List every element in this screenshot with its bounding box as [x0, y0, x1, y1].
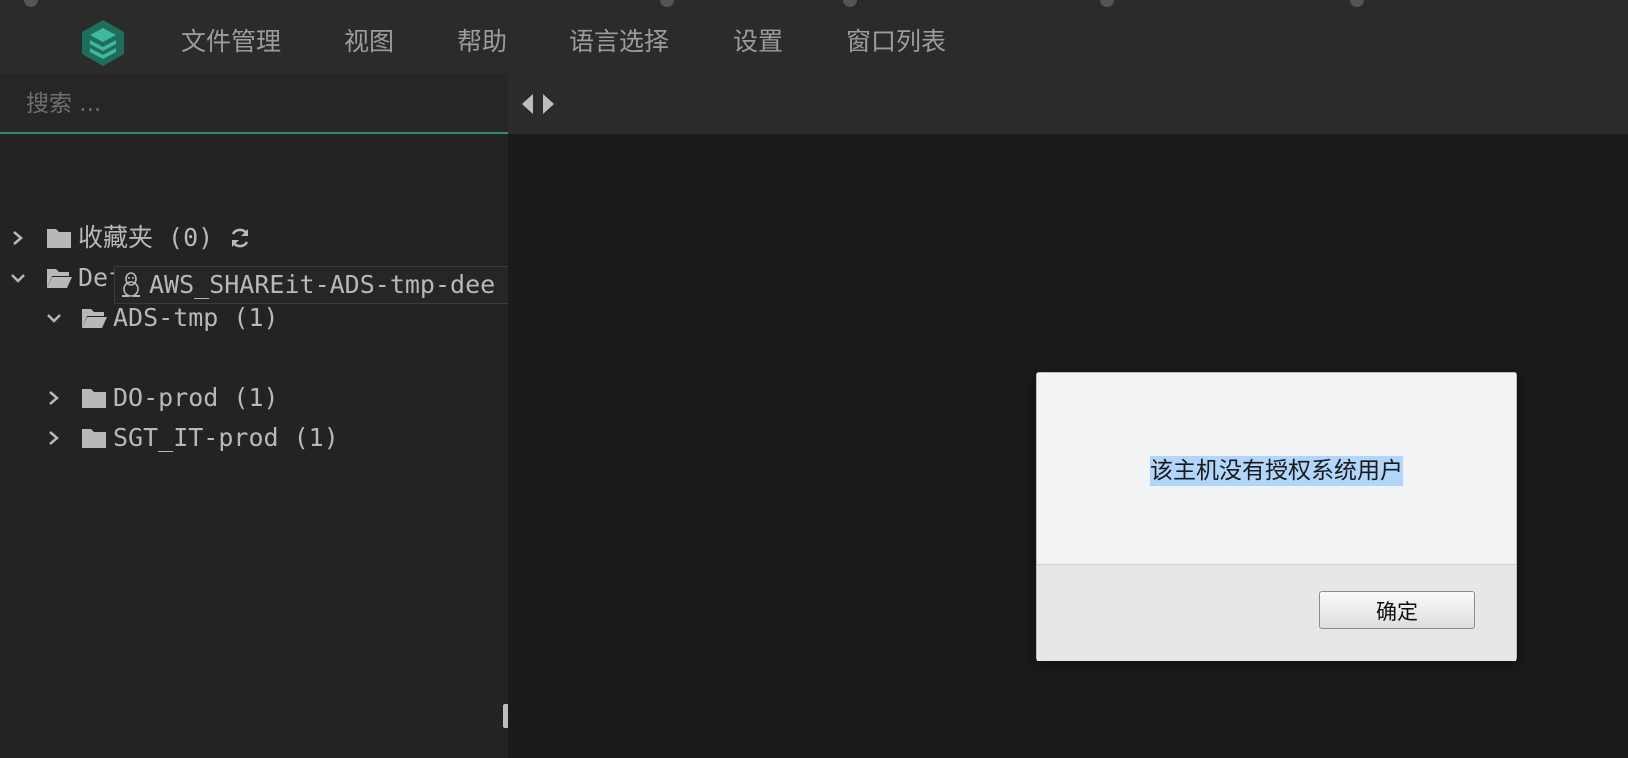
search-input[interactable]	[24, 86, 488, 122]
dialog-message-text: 该主机没有授权系统用户	[1150, 456, 1403, 486]
chevron-right-icon[interactable]	[8, 220, 28, 256]
tree-item-sgt-it-prod[interactable]: SGT_IT-prod (1)	[0, 420, 508, 456]
linux-tux-icon	[122, 272, 140, 297]
folder-icon	[82, 429, 106, 448]
tab-close-icon[interactable]	[843, 0, 857, 7]
session-tab-bar	[508, 74, 1628, 134]
dialog-message: 该主机没有授权系统用户	[1037, 451, 1516, 486]
chevron-right-icon[interactable]	[44, 420, 64, 456]
menu-bar: 文件管理 视图 帮助 语言选择 设置 窗口列表	[0, 12, 1628, 74]
folder-icon	[47, 229, 71, 248]
stacked-layers-logo-icon	[82, 20, 124, 66]
tab-close-icon[interactable]	[1100, 0, 1114, 7]
menu-help[interactable]: 帮助	[457, 22, 507, 62]
chevron-down-icon[interactable]	[8, 260, 28, 296]
tree-item-do-prod[interactable]: DO-prod (1)	[0, 380, 508, 416]
asset-tree-sidebar: 收藏夹 (0) Default (3) ADS-tmp (1)	[0, 74, 509, 758]
chevron-down-icon[interactable]	[44, 300, 64, 336]
menu-window-list[interactable]: 窗口列表	[846, 22, 946, 62]
menu-settings[interactable]: 设置	[733, 22, 783, 62]
dialog-footer: 确定	[1037, 564, 1516, 661]
dialog-body: 该主机没有授权系统用户	[1037, 373, 1516, 564]
folder-icon	[82, 389, 106, 408]
tab-close-icon[interactable]	[660, 0, 674, 7]
folder-open-icon	[82, 309, 107, 328]
tree-item-label: 收藏夹 (0)	[78, 223, 214, 252]
chevron-right-icon[interactable]	[44, 380, 64, 416]
ok-button[interactable]: 确定	[1319, 591, 1475, 629]
scroll-right-icon[interactable]	[540, 92, 556, 116]
search-box	[0, 74, 508, 134]
tab-close-icon[interactable]	[1350, 0, 1364, 7]
tree-item-label: AWS_SHAREit-ADS-tmp-dee	[149, 270, 496, 299]
refresh-icon[interactable]	[228, 226, 252, 250]
tree-item-label: SGT_IT-prod (1)	[113, 423, 339, 452]
menu-file-management[interactable]: 文件管理	[181, 22, 281, 62]
menu-view[interactable]: 视图	[344, 22, 394, 62]
folder-open-icon	[47, 269, 72, 288]
tree-item-ads-tmp[interactable]: ADS-tmp (1)	[0, 300, 508, 336]
alert-dialog: 该主机没有授权系统用户 确定	[1036, 372, 1517, 661]
tree-item-host[interactable]: AWS_SHAREit-ADS-tmp-dee	[114, 266, 509, 304]
scroll-left-icon[interactable]	[520, 92, 536, 116]
tree-item-favorites[interactable]: 收藏夹 (0)	[0, 220, 508, 256]
tree-item-label: DO-prod (1)	[113, 383, 279, 412]
menu-language[interactable]: 语言选择	[569, 22, 669, 62]
tree-item-label: ADS-tmp (1)	[113, 303, 279, 332]
tab-close-icon[interactable]	[24, 0, 38, 7]
